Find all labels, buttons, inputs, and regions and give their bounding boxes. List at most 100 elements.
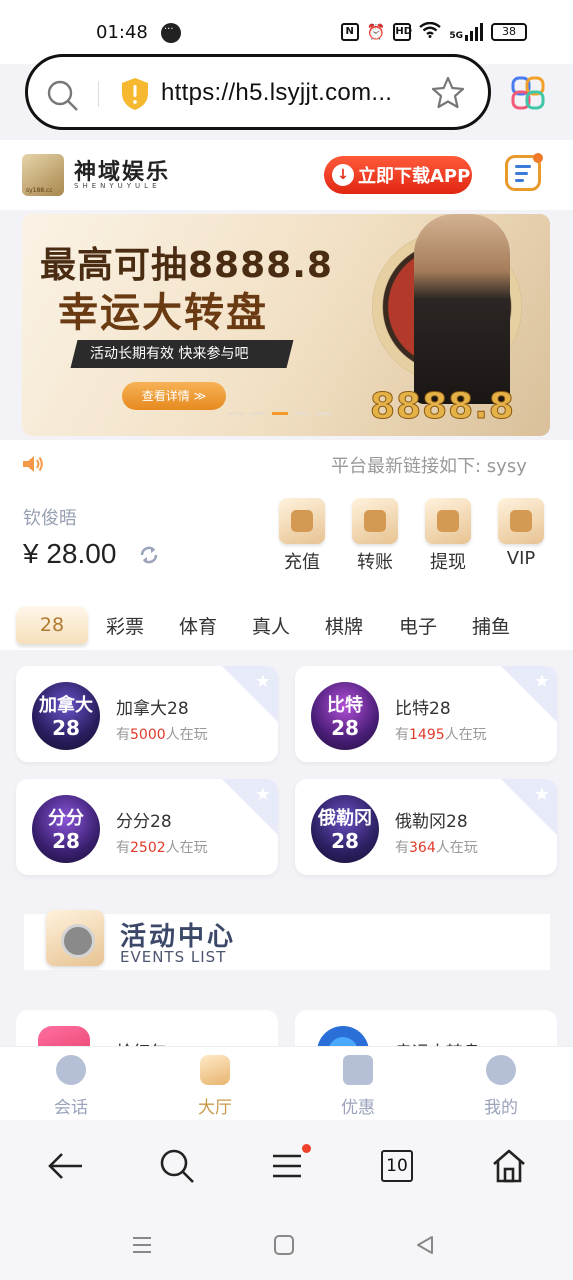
game-card[interactable]: ★ 比特 28 比特28 有1495人在玩 xyxy=(295,666,557,762)
game-icon: 分分 28 xyxy=(32,795,100,863)
game-icon-number: 28 xyxy=(331,829,359,853)
wifi-icon xyxy=(419,21,442,42)
deposit-button[interactable]: 充值 xyxy=(278,498,326,574)
status-icons: N ⏰ HD 5G 38 xyxy=(340,21,527,42)
nav-lobby[interactable]: 大厅 xyxy=(175,1055,255,1118)
recent-apps-icon[interactable] xyxy=(131,1234,153,1260)
nav-profile-label: 我的 xyxy=(484,1098,518,1118)
carousel-dot[interactable] xyxy=(250,412,266,415)
game-icon-title: 加拿大 xyxy=(39,695,93,716)
download-icon: ↓ xyxy=(332,164,354,186)
tab-fishing[interactable]: 捕鱼 xyxy=(472,612,510,639)
search-icon[interactable] xyxy=(157,1146,197,1186)
wallet-panel: 钦俊晤 ¥ 28.00 充值 转账 提现 VIP xyxy=(0,488,573,598)
network-type: 5G xyxy=(449,31,463,41)
banner-tagline-text: 活动长期有效 快来参与吧 xyxy=(90,346,249,362)
battery-icon: 38 xyxy=(491,23,527,41)
home-icon[interactable] xyxy=(489,1146,529,1186)
carousel-dot[interactable] xyxy=(294,412,310,415)
lobby-icon xyxy=(200,1055,230,1085)
player-number: 1495 xyxy=(409,727,445,743)
vip-icon xyxy=(498,498,544,544)
tab-chess[interactable]: 棋牌 xyxy=(325,612,363,639)
promo-icon xyxy=(343,1055,373,1085)
site-name-pinyin: SHENYUYULE xyxy=(74,182,161,190)
nfc-icon: N xyxy=(340,23,359,41)
promo-banner[interactable]: 最高可抽8888.8 幸运大转盘 活动长期有效 快来参与吧 查看详情 ≫ 888… xyxy=(22,214,550,436)
hd-icon: HD xyxy=(393,23,412,41)
notification-dot xyxy=(533,153,543,163)
download-app-button[interactable]: ↓ 立即下载APP xyxy=(324,156,472,194)
nav-chat-label: 会话 xyxy=(54,1098,88,1118)
tab-switcher-button[interactable]: 10 xyxy=(381,1150,413,1182)
game-icon: 比特 28 xyxy=(311,682,379,750)
home-square-icon[interactable] xyxy=(273,1234,295,1260)
game-card[interactable]: ★ 俄勒冈 28 俄勒冈28 有364人在玩 xyxy=(295,779,557,875)
signal-icon: 5G xyxy=(449,23,483,41)
carousel-indicator[interactable] xyxy=(228,412,332,415)
search-icon[interactable] xyxy=(46,79,80,113)
side-menu-button[interactable] xyxy=(505,153,543,191)
tab-sports[interactable]: 体育 xyxy=(179,612,217,639)
player-prefix: 有 xyxy=(116,840,130,856)
player-suffix: 人在玩 xyxy=(435,840,478,856)
game-icon-number: 28 xyxy=(331,716,359,740)
player-count: 有1495人在玩 xyxy=(395,724,487,744)
clock: 01:48 xyxy=(96,22,148,43)
favorite-star-icon[interactable]: ★ xyxy=(534,671,550,692)
carousel-dot[interactable] xyxy=(316,412,332,415)
nav-promo[interactable]: 优惠 xyxy=(318,1055,398,1118)
username: 钦俊晤 xyxy=(23,508,77,529)
address-divider xyxy=(98,81,99,107)
site-header: sy188.cc 神域娱乐 SHENYUYULE ↓ 立即下载APP xyxy=(0,140,573,210)
favorite-star-icon[interactable]: ★ xyxy=(255,784,271,805)
game-icon-number: 28 xyxy=(52,829,80,853)
speaker-icon xyxy=(22,454,44,474)
view-details-button[interactable]: 查看详情 ≫ xyxy=(122,382,226,410)
logo-badge-text: sy188.cc xyxy=(26,187,53,194)
transfer-button[interactable]: 转账 xyxy=(351,498,399,574)
site-logo[interactable]: sy188.cc xyxy=(22,154,64,196)
withdraw-button[interactable]: 提现 xyxy=(424,498,472,574)
back-arrow-icon[interactable] xyxy=(46,1146,86,1186)
player-prefix: 有 xyxy=(395,840,409,856)
notice-bar[interactable]: 平台最新链接如下: sysy xyxy=(0,440,573,488)
game-card[interactable]: ★ 分分 28 分分28 有2502人在玩 xyxy=(16,779,278,875)
game-card[interactable]: ★ 加拿大 28 加拿大28 有5000人在玩 xyxy=(16,666,278,762)
nav-promo-label: 优惠 xyxy=(341,1098,375,1118)
carousel-dot-active[interactable] xyxy=(272,412,288,415)
deposit-label: 充值 xyxy=(284,552,320,573)
wallet-icon xyxy=(279,498,325,544)
favorite-star-icon[interactable]: ★ xyxy=(255,671,271,692)
address-bar[interactable]: https://h5.lsyjjt.com... xyxy=(25,54,491,130)
nav-lobby-label: 大厅 xyxy=(198,1098,232,1118)
player-prefix: 有 xyxy=(116,727,130,743)
game-icon-title: 比特 xyxy=(327,695,363,716)
shield-icon[interactable] xyxy=(120,77,150,111)
carousel-dot[interactable] xyxy=(228,412,244,415)
hamburger-menu-icon[interactable] xyxy=(267,1146,307,1186)
balance: ¥ 28.00 xyxy=(23,538,117,569)
tab-live[interactable]: 真人 xyxy=(252,612,290,639)
nav-chat[interactable]: 会话 xyxy=(31,1055,111,1118)
tab-lottery[interactable]: 彩票 xyxy=(106,612,144,639)
back-triangle-icon[interactable] xyxy=(414,1234,436,1260)
player-count: 有5000人在玩 xyxy=(116,724,208,744)
events-subtitle: EVENTS LIST xyxy=(120,948,227,966)
nav-profile[interactable]: 我的 xyxy=(461,1055,541,1118)
player-suffix: 人在玩 xyxy=(444,727,487,743)
tab-slots[interactable]: 电子 xyxy=(399,612,437,639)
player-number: 364 xyxy=(409,840,436,856)
url-text[interactable]: https://h5.lsyjjt.com... xyxy=(161,79,392,107)
game-icon-number: 28 xyxy=(52,716,80,740)
vip-button[interactable]: VIP xyxy=(497,498,545,574)
browser-apps-icon[interactable] xyxy=(510,75,546,111)
favorite-star-icon[interactable]: ★ xyxy=(534,784,550,805)
player-suffix: 人在玩 xyxy=(165,727,208,743)
bookmark-star-icon[interactable] xyxy=(430,75,466,111)
menu-line-icon xyxy=(515,165,531,168)
tab-28[interactable]: 28 xyxy=(16,606,88,644)
game-icon-title: 分分 xyxy=(48,808,84,829)
refresh-balance-icon[interactable] xyxy=(138,544,160,566)
game-name: 加拿大28 xyxy=(116,699,189,719)
